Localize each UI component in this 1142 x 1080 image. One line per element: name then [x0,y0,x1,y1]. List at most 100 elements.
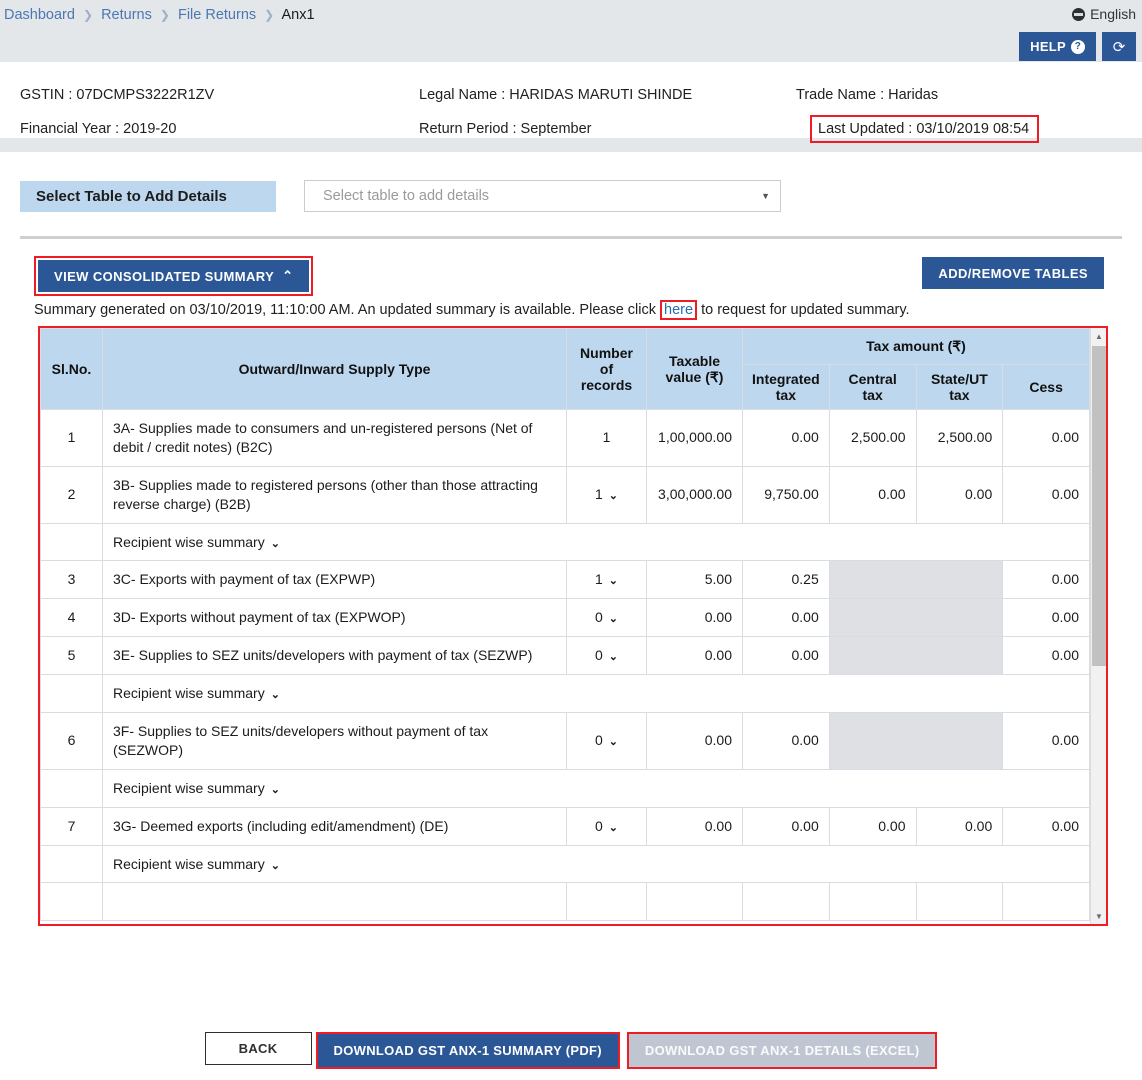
cell-number-of-records: 1 [566,409,647,467]
legal-name-value: Legal Name : HARIDAS MARUTI SHINDE [419,87,693,103]
table-row: 7 3G- Deemed exports (including edit/amen… [40,806,1090,846]
taxpayer-info-panel: GSTIN : 07DCMPS3222R1ZV Legal Name : HAR… [0,62,1142,144]
help-button[interactable]: HELP ? [1019,32,1096,61]
col-header-slno: Sl.No. [40,328,103,410]
consolidated-summary-table-container: Sl.No. Outward/Inward Supply Type Number… [38,326,1108,926]
taxpayer-info-row-2: Financial Year : 2019-20 Return Period :… [0,112,1142,146]
recipient-wise-summary-toggle[interactable]: Recipient wise summary ⌄ [102,522,1090,562]
records-count: 1 [594,571,603,588]
table-row: 1 3A- Supplies made to consumers and un-r… [40,409,1090,467]
view-consolidated-summary-label: VIEW CONSOLIDATED SUMMARY [54,268,275,284]
chevron-down-icon[interactable]: ⌄ [609,612,618,627]
cell-slno: 6 [40,712,103,770]
cell-slno: 5 [40,636,103,676]
chevron-up-icon: ⌃ [282,268,294,283]
recipient-wise-summary-toggle[interactable]: Recipient wise summary ⌄ [102,674,1090,714]
back-button[interactable]: BACK [204,1032,312,1065]
recipient-spacer [40,674,103,714]
cell-supply-type: 3D- Exports without payment of tax (EXPW… [102,598,567,638]
recipient-wise-summary-label: Recipient wise summary [113,533,265,550]
records-count: 0 [594,732,603,749]
language-selector[interactable]: English [1072,6,1136,22]
cell-number-of-records[interactable]: 0 ⌄ [566,636,647,676]
breadcrumb-item-returns[interactable]: Returns [101,7,152,23]
scroll-up-arrow-icon[interactable]: ▲ [1091,328,1106,344]
consolidated-summary-table: Sl.No. Outward/Inward Supply Type Number… [40,328,1090,922]
chevron-down-icon[interactable]: ⌄ [609,821,618,836]
recipient-summary-row: Recipient wise summary ⌄ [40,674,1090,714]
taxpayer-info-row-1: GSTIN : 07DCMPS3222R1ZV Legal Name : HAR… [0,78,1142,112]
question-circle-icon: ? [1071,39,1085,54]
table-row [40,882,1090,922]
cell-integrated-tax: 9,750.00 [742,465,830,524]
col-header-number-of-records: Number of records [566,328,647,410]
table-group-header-row: Sl.No. Outward/Inward Supply Type Number… [40,328,1090,410]
add-remove-tables-wrap: ADD/REMOVE TABLES [922,257,1104,289]
refresh-button[interactable]: ⟳ [1102,32,1136,61]
table-row: 4 3D- Exports without payment of tax (EXP… [40,598,1090,638]
cell-slno: 3 [40,560,103,600]
cell-cess: 0.00 [1002,560,1090,600]
col-header-central-tax: Central tax [828,364,917,410]
records-count: 1 [602,429,611,446]
table-scroll-viewport: Sl.No. Outward/Inward Supply Type Number… [40,328,1090,924]
add-remove-tables-button[interactable]: ADD/REMOVE TABLES [922,257,1104,289]
chevron-down-icon[interactable]: ⌄ [609,489,618,504]
cell-number-of-records[interactable]: 0 ⌄ [566,598,647,638]
cell-number-of-records[interactable]: 1 ⌄ [566,560,647,600]
chevron-down-icon[interactable]: ⌄ [609,650,618,665]
select-table-dropdown[interactable]: Select table to add details ▼ [304,180,781,212]
cell-number-of-records[interactable]: 0 ⌄ [566,712,647,770]
request-updated-summary-link[interactable]: here [660,300,698,320]
breadcrumb-item-anx1: Anx1 [281,7,315,23]
recipient-spacer [40,768,103,808]
top-action-buttons: HELP ? ⟳ [1019,32,1136,61]
recipient-wise-summary-label: Recipient wise summary [113,779,265,796]
recipient-wise-summary-toggle[interactable]: Recipient wise summary ⌄ [102,844,1090,884]
cell-supply-type: 3C- Exports with payment of tax (EXPWP) [102,560,567,600]
cell-integrated-tax: 0.25 [742,560,830,600]
chevron-down-icon[interactable]: ⌄ [271,783,280,798]
breadcrumb: Dashboard ❯ Returns ❯ File Returns ❯ Anx… [4,7,315,23]
cell-central-tax: 0.00 [828,465,917,524]
download-summary-pdf-button[interactable]: DOWNLOAD GST ANX-1 SUMMARY (PDF) [317,1034,618,1067]
table-row: 2 3B- Supplies made to registered persons… [40,465,1090,524]
scrollbar-thumb[interactable] [1092,346,1106,666]
chevron-down-icon[interactable]: ⌄ [609,574,618,589]
select-table-row: Select Table to Add Details Select table… [20,152,1122,212]
cell-integrated-tax: 0.00 [742,636,830,676]
cell-taxable-value: 0.00 [646,712,743,770]
cell-state-ut-tax: 0.00 [915,806,1004,846]
recipient-wise-summary-label: Recipient wise summary [113,685,265,702]
cell-state-ut-tax: 0.00 [915,465,1004,524]
recipient-wise-summary-toggle[interactable]: Recipient wise summary ⌄ [102,768,1090,808]
chevron-down-icon[interactable]: ⌄ [271,537,280,552]
table-vertical-scrollbar[interactable]: ▲ ▼ [1090,328,1106,924]
cell-integrated-tax: 0.00 [742,409,830,467]
top-bar: Dashboard ❯ Returns ❯ File Returns ❯ Anx… [0,0,1142,62]
cell-number-of-records[interactable]: 0 ⌄ [566,806,647,846]
breadcrumb-item-dashboard[interactable]: Dashboard [4,7,75,23]
chevron-down-icon[interactable]: ⌄ [271,859,280,874]
select-table-label: Select Table to Add Details [20,180,276,212]
summary-note-after: to request for updated summary. [701,302,910,318]
cell-slno: 7 [40,806,103,846]
chevron-down-icon[interactable]: ⌄ [609,735,618,750]
cell-number-of-records[interactable]: 1 ⌄ [566,465,647,524]
cell-slno: 1 [40,409,103,467]
scroll-down-arrow-icon[interactable]: ▼ [1091,908,1106,924]
recipient-summary-row: Recipient wise summary ⌄ [40,522,1090,562]
chevron-down-icon: ▼ [761,191,770,201]
recipient-spacer [40,844,103,884]
breadcrumb-item-file-returns[interactable]: File Returns [178,7,256,23]
cell-cess: 0.00 [1002,636,1090,676]
cell-taxable-value: 0.00 [646,806,743,846]
view-consolidated-summary-button[interactable]: VIEW CONSOLIDATED SUMMARY ⌃ [38,260,310,292]
cell-cess: 0.00 [1002,409,1090,467]
footer-actions: BACK DOWNLOAD GST ANX-1 SUMMARY (PDF) DO… [0,1032,1142,1069]
download-pdf-highlight: DOWNLOAD GST ANX-1 SUMMARY (PDF) [315,1032,620,1069]
col-header-tax-amount-group: Tax amount (₹) [742,328,1090,365]
records-count: 0 [594,647,603,664]
gstin-value: GSTIN : 07DCMPS3222R1ZV [20,87,215,103]
chevron-down-icon[interactable]: ⌄ [271,688,280,703]
